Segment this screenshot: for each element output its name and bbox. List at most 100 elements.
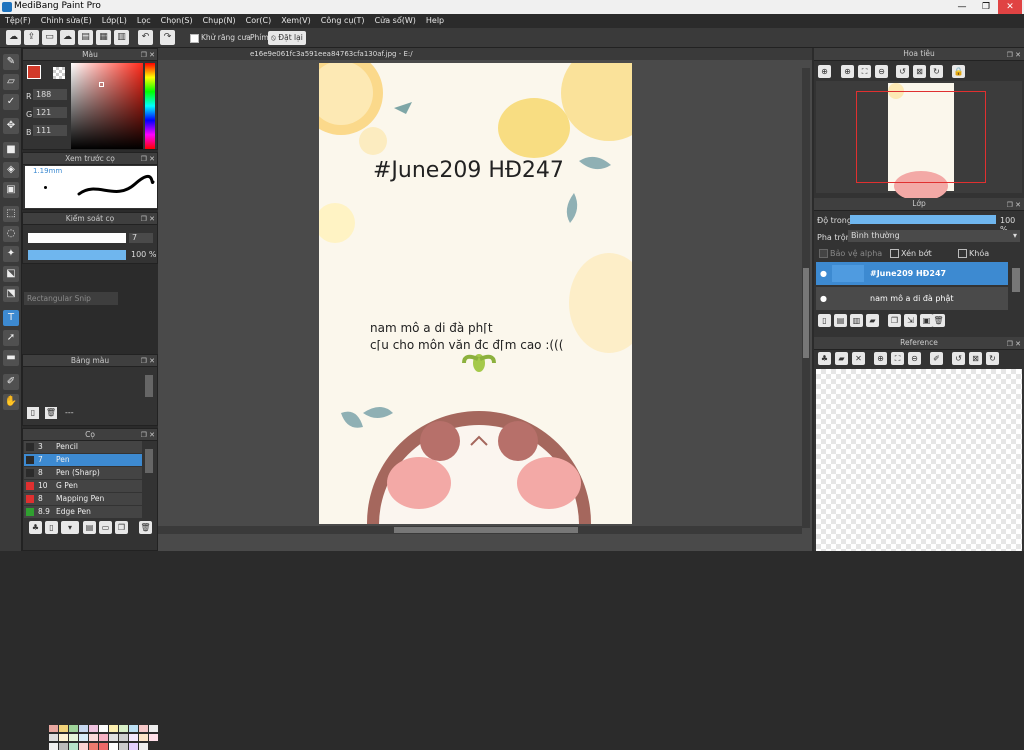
text-tool-icon[interactable]: T [3,310,19,326]
hand-tool-icon[interactable]: ✋ [3,394,19,410]
cloud-icon[interactable]: ☁ [6,30,21,45]
canvas-hscrollbar[interactable] [158,526,802,534]
brush-opacity-slider[interactable] [28,250,126,260]
shape-tool-icon[interactable]: ■ [3,142,19,158]
maximize-button[interactable]: ❐ [974,0,998,14]
palette-swatch[interactable] [119,734,128,741]
select-pen-icon[interactable]: ⬕ [3,266,19,282]
palette-swatch[interactable] [79,725,88,732]
zoom-out-icon[interactable]: ⊖ [875,65,888,78]
select-tool-icon[interactable]: ⬚ [3,206,19,222]
palette-swatch[interactable] [99,725,108,732]
brush-size-slider[interactable] [28,233,126,243]
palette-swatch[interactable] [119,743,128,750]
palette-swatch[interactable] [69,743,78,750]
trash-icon[interactable]: 🗑 [932,314,945,327]
canvas-hashtag-text[interactable]: #June209 HĐ247 [373,158,564,183]
brush-item[interactable]: 7 Pen [24,454,142,466]
palette-swatch[interactable] [129,734,138,741]
palette-swatch[interactable] [49,725,58,732]
palette-swatch[interactable] [79,743,88,750]
reset-button[interactable]: ⦸ Đặt lại [268,31,306,45]
rotate-left-icon[interactable]: ↺ [896,65,909,78]
palette-swatch[interactable] [99,743,108,750]
divide-tool-icon[interactable]: ▬ [3,350,19,366]
zoom-in-icon[interactable]: ⊕ [841,65,854,78]
palette-swatch[interactable] [89,743,98,750]
palette-swatch[interactable] [49,734,58,741]
palette-swatch[interactable] [79,734,88,741]
menu-color[interactable]: Cor(C) [241,14,277,28]
brush-size-value[interactable]: 7 [129,233,153,243]
panel-icon[interactable]: ▥ [114,30,129,45]
trash-icon[interactable]: 🗑 [45,407,57,419]
fit-icon[interactable]: ⛶ [891,352,904,365]
brush-copy-icon[interactable]: ❐ [115,521,128,534]
layer-row-text[interactable]: ● nam mô a di đà phật [816,287,1008,310]
comment-icon[interactable]: ▭ [42,30,57,45]
background-color-swatch[interactable] [53,67,65,79]
canvas-text-line2[interactable]: c⌈u cho môn văn đc đ⌈m cao :((( [370,338,563,352]
palette-swatch[interactable] [69,734,78,741]
new-page-icon[interactable]: ▯ [27,407,39,419]
layer-opacity-slider[interactable] [850,215,996,224]
palette-swatch[interactable] [139,734,148,741]
canvas-vscrollbar[interactable] [802,68,810,528]
clip-checkbox[interactable] [890,249,899,258]
minimize-button[interactable]: — [950,0,974,14]
palette-swatch[interactable] [99,734,108,741]
menu-tools[interactable]: Công cụ(T) [316,14,370,28]
brush-item[interactable]: 10 G Pen [24,480,142,492]
palette-swatch[interactable] [139,743,148,750]
panel-controls-icon[interactable]: ❐ ✕ [141,154,155,165]
palette-swatch[interactable] [109,743,118,750]
open-folder-icon[interactable]: ▰ [835,352,848,365]
canvas-page[interactable]: #June209 HĐ247 nam mô a di đà ph⌈t c⌈u c… [319,63,632,524]
palette-swatch[interactable] [49,743,58,750]
hue-slider[interactable] [145,63,155,149]
reference-add-icon[interactable]: ♣ [818,352,831,365]
palette-swatch[interactable] [129,743,138,750]
g-input[interactable]: 121 [33,107,67,118]
foreground-color-swatch[interactable] [27,65,41,79]
b-input[interactable]: 111 [33,125,67,136]
antialias-checkbox[interactable] [190,33,199,43]
brush-item[interactable]: 8 Mapping Pen [24,493,142,505]
zoom-out-icon[interactable]: ⊖ [908,352,921,365]
clip-toggle[interactable]: Xén bớt [890,249,932,258]
page-icon[interactable]: ▤ [78,30,93,45]
palette-swatch[interactable] [119,725,128,732]
duplicate-layer-icon[interactable]: ❐ [888,314,901,327]
palette-swatch[interactable] [59,734,68,741]
layer-scrollbar[interactable] [1012,268,1020,292]
panel-controls-icon[interactable]: ❐ ✕ [1007,49,1021,61]
lock-view-icon[interactable]: 🔒 [952,65,965,78]
brush-list-scrollbar[interactable] [145,449,153,473]
canvas-text-line1[interactable]: nam mô a di đà ph⌈t [370,321,493,335]
fill-tool-icon[interactable]: ◈ [3,162,19,178]
menu-select[interactable]: Chọn(S) [156,14,198,28]
canvas-vscroll-thumb[interactable] [803,268,809,358]
magic-wand-icon[interactable]: ✦ [3,246,19,262]
palette-swatch[interactable] [139,725,148,732]
rotate-right-icon[interactable]: ↻ [986,352,999,365]
brush-duplicate-icon[interactable]: ▭ [99,521,112,534]
eye-icon[interactable]: ● [820,294,827,303]
brush-settings-icon[interactable]: ▤ [83,521,96,534]
close-reference-icon[interactable]: ✕ [852,352,865,365]
grid-icon[interactable]: ▦ [96,30,111,45]
redo-icon[interactable]: ↷ [160,30,175,45]
operation-tool-icon[interactable]: ➚ [3,330,19,346]
rotate-right-icon[interactable]: ↻ [930,65,943,78]
brush-tool-icon[interactable]: ✎ [3,54,19,70]
new-folder-icon[interactable]: ▰ [866,314,879,327]
panel-controls-icon[interactable]: ❐ ✕ [141,356,155,367]
brush-menu-icon[interactable]: ▾ [61,521,79,534]
panel-controls-icon[interactable]: ❐ ✕ [141,430,155,441]
panel-controls-icon[interactable]: ❐ ✕ [1007,199,1021,211]
fit-icon[interactable]: ⛶ [858,65,871,78]
panel-controls-icon[interactable]: ❐ ✕ [141,50,155,61]
menu-help[interactable]: Help [421,14,449,28]
palette-swatch[interactable] [89,725,98,732]
palette-swatch[interactable] [59,743,68,750]
